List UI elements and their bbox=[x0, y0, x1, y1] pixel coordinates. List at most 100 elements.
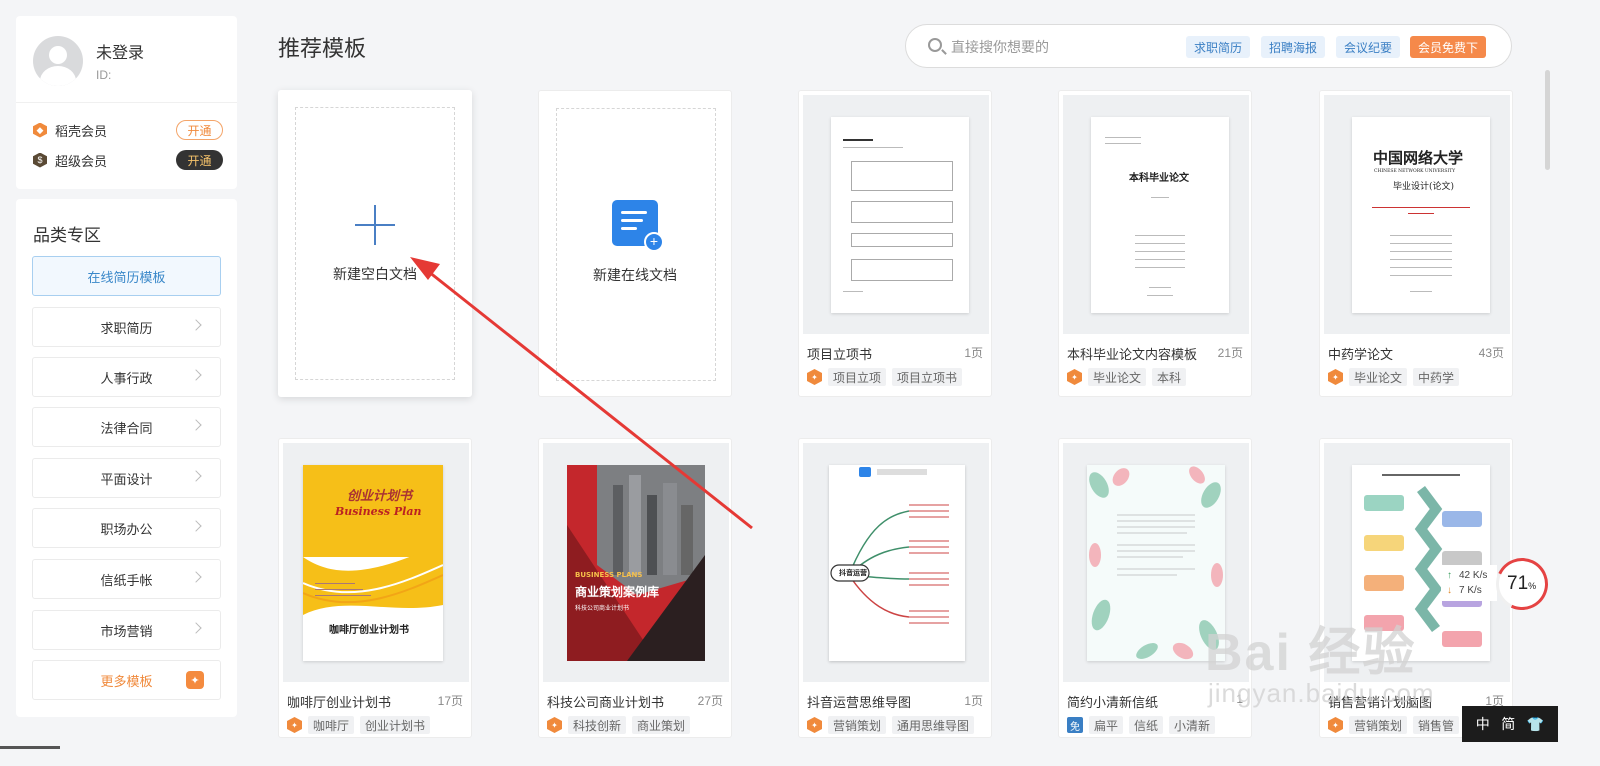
template-tag[interactable]: 通用思维导图 bbox=[892, 716, 975, 734]
template-tags: ✦ 咖啡厅 创业计划书 bbox=[287, 716, 431, 734]
gauge-value: 71% bbox=[1507, 573, 1536, 595]
template-tag[interactable]: 商业策划 bbox=[632, 716, 691, 734]
open-super-vip-button[interactable]: 开通 bbox=[176, 150, 223, 170]
user-id: ID: bbox=[96, 68, 112, 82]
chevron-right-icon bbox=[190, 319, 202, 331]
category-item-label: 信纸手帐 bbox=[100, 572, 153, 588]
cafe-script-title: 创业计划书 bbox=[347, 489, 413, 504]
super-vip-icon: $ bbox=[33, 152, 47, 168]
chevron-right-icon bbox=[190, 622, 202, 634]
shirt-icon[interactable]: 👕 bbox=[1527, 716, 1544, 733]
template-card[interactable]: 项目立项书 1页 ✦ 项目立项 项目立项书 bbox=[798, 90, 992, 397]
new-blank-doc-label: 新建空白文档 bbox=[333, 266, 417, 282]
category-item[interactable]: 法律合同 bbox=[32, 407, 221, 447]
template-card[interactable]: 本科毕业论文 本科毕业论文内容模板 21页 ✦ 毕业论文 本科 bbox=[1058, 90, 1252, 397]
network-speed-widget: ↑ 42 K/s ↓ 7 K/s bbox=[1441, 565, 1497, 601]
template-thumbnail: BUSINESS PLANS 商业策划案例库 科技公司商业计划书 bbox=[543, 443, 729, 682]
vip-row-docer: ◆ 稻壳会员 开通 bbox=[33, 119, 223, 141]
red-cover-en: BUSINESS PLANS bbox=[575, 571, 643, 579]
template-tag[interactable]: 小清新 bbox=[1169, 716, 1216, 734]
vip-free-tag[interactable]: 会员免费下 bbox=[1410, 36, 1487, 58]
template-pages: 17页 bbox=[437, 694, 463, 708]
template-title: 本科毕业论文内容模板 bbox=[1067, 347, 1198, 362]
template-tags: ✦ 毕业论文 本科 bbox=[1067, 368, 1187, 386]
mind-map-paper: 抖音运营 bbox=[829, 465, 965, 661]
category-item-label: 市场营销 bbox=[100, 623, 153, 639]
memory-gauge[interactable]: 71% bbox=[1488, 550, 1556, 618]
download-arrow-icon: ↓ bbox=[1447, 585, 1452, 596]
watermark-url: jingyan.baidu.com bbox=[1208, 678, 1435, 708]
template-tag[interactable]: 扁平 bbox=[1089, 716, 1124, 734]
ime-mode[interactable]: 简 bbox=[1501, 714, 1515, 734]
new-blank-doc-card[interactable]: 新建空白文档 bbox=[278, 90, 472, 397]
red-cover-subtitle: 科技公司商业计划书 bbox=[575, 605, 630, 612]
template-card[interactable]: 中国网络大学 CHINESE NETWORK UNIVERSITY 毕业设计(论… bbox=[1319, 90, 1513, 397]
template-tag[interactable]: 信纸 bbox=[1129, 716, 1164, 734]
category-item[interactable]: 信纸手帐 bbox=[32, 559, 221, 599]
more-templates-button[interactable]: 更多模板 ✦ bbox=[32, 660, 221, 700]
template-card[interactable]: 创业计划书 Business Plan 咖啡厅创业计划书 咖啡厅创业计划书 17… bbox=[278, 438, 472, 738]
template-tag[interactable]: 营销策划 bbox=[828, 716, 887, 734]
search-input[interactable] bbox=[951, 37, 1181, 57]
search-bar: 求职简历 招聘海报 会议纪要 会员免费下 bbox=[905, 24, 1512, 68]
template-pages: 21页 bbox=[1217, 346, 1243, 360]
search-tag[interactable]: 招聘海报 bbox=[1261, 36, 1326, 58]
template-title: 简约小清新信纸 bbox=[1067, 695, 1159, 710]
new-online-doc-card[interactable]: + 新建在线文档 bbox=[538, 90, 732, 397]
template-title: 抖音运营思维导图 bbox=[807, 695, 912, 710]
template-pages: 43页 bbox=[1478, 346, 1504, 360]
template-pages: 1页 bbox=[964, 346, 983, 360]
docer-logo-icon: ✦ bbox=[186, 671, 204, 689]
template-tag[interactable]: 项目立项 bbox=[828, 368, 887, 386]
template-tags: ✦ 营销策划 销售管 bbox=[1328, 716, 1460, 734]
category-item-label: 人事行政 bbox=[100, 370, 153, 386]
document-paper: 本科毕业论文 bbox=[1091, 117, 1229, 313]
template-thumbnail bbox=[803, 95, 989, 334]
template-title: 中药学论文 bbox=[1328, 347, 1394, 362]
category-item[interactable]: 人事行政 bbox=[32, 357, 221, 397]
ime-language[interactable]: 中 bbox=[1476, 714, 1490, 734]
category-item[interactable]: 职场办公 bbox=[32, 508, 221, 548]
scrollbar[interactable] bbox=[1545, 70, 1550, 170]
template-tag[interactable]: 项目立项书 bbox=[892, 368, 963, 386]
ime-toolbar[interactable]: 中 简 👕 bbox=[1462, 706, 1558, 742]
category-item[interactable]: 平面设计 bbox=[32, 458, 221, 498]
thesis-heading: 本科毕业论文 bbox=[1129, 173, 1189, 184]
template-thumbnail: 中国网络大学 CHINESE NETWORK UNIVERSITY 毕业设计(论… bbox=[1324, 95, 1510, 334]
plus-icon bbox=[355, 205, 395, 245]
search-tag[interactable]: 求职简历 bbox=[1186, 36, 1251, 58]
docer-badge-icon: ✦ bbox=[1067, 369, 1082, 385]
chevron-right-icon bbox=[190, 520, 202, 532]
template-card[interactable]: BUSINESS PLANS 商业策划案例库 科技公司商业计划书 科技公司商业计… bbox=[538, 438, 732, 738]
docer-badge-icon: ✦ bbox=[807, 369, 822, 385]
template-tag[interactable]: 本科 bbox=[1152, 368, 1187, 386]
business-plan-cover: BUSINESS PLANS 商业策划案例库 科技公司商业计划书 bbox=[567, 465, 705, 661]
bottom-indicator bbox=[0, 746, 60, 749]
template-card[interactable]: 抖音运营 抖音运营思维导图 1页 ✦ 营销策划 通用思维导图 bbox=[798, 438, 992, 738]
avatar[interactable] bbox=[33, 36, 83, 86]
chevron-right-icon bbox=[190, 571, 202, 583]
search-icon[interactable] bbox=[928, 38, 942, 52]
template-tag[interactable]: 中药学 bbox=[1413, 368, 1460, 386]
user-name[interactable]: 未登录 bbox=[96, 39, 144, 63]
gauge-unit: % bbox=[1528, 581, 1537, 591]
page-title: 推荐模板 bbox=[278, 36, 367, 61]
search-tag[interactable]: 会议纪要 bbox=[1336, 36, 1401, 58]
template-tag[interactable]: 创业计划书 bbox=[360, 716, 431, 734]
template-tag[interactable]: 毕业论文 bbox=[1349, 368, 1408, 386]
template-tag[interactable]: 营销策划 bbox=[1349, 716, 1408, 734]
template-tag[interactable]: 销售管 bbox=[1413, 716, 1460, 734]
business-plan-cover: 创业计划书 Business Plan 咖啡厅创业计划书 bbox=[303, 465, 443, 661]
template-tag[interactable]: 毕业论文 bbox=[1088, 368, 1147, 386]
template-tag[interactable]: 咖啡厅 bbox=[308, 716, 355, 734]
open-docer-vip-button[interactable]: 开通 bbox=[176, 120, 223, 140]
document-paper bbox=[831, 117, 969, 313]
vip-label: 超级会员 bbox=[55, 153, 108, 169]
new-online-doc-label: 新建在线文档 bbox=[593, 267, 677, 283]
category-item-resume-online[interactable]: 在线简历模板 bbox=[32, 256, 221, 296]
template-title: 科技公司商业计划书 bbox=[547, 695, 665, 710]
category-item[interactable]: 市场营销 bbox=[32, 610, 221, 650]
vip-row-super: $ 超级会员 开通 bbox=[33, 149, 223, 171]
category-item[interactable]: 求职简历 bbox=[32, 307, 221, 347]
template-tag[interactable]: 科技创新 bbox=[568, 716, 627, 734]
